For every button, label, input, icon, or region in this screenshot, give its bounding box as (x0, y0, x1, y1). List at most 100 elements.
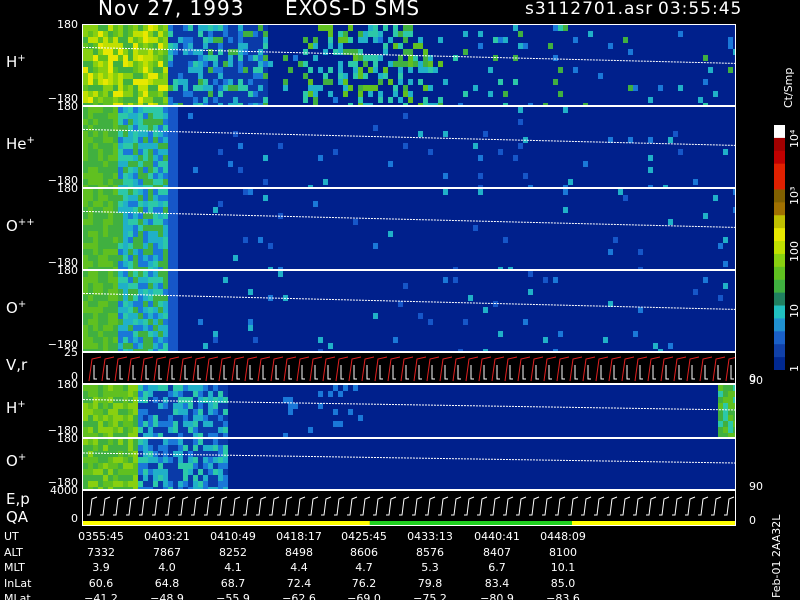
spectrogram-cell (218, 457, 223, 463)
spectrogram-cell (133, 31, 138, 37)
spectrogram-cell (263, 85, 268, 91)
spectrogram-cell (98, 189, 103, 195)
spectrogram-cell (628, 49, 633, 55)
spectrogram-cell (223, 445, 228, 451)
spectrogram-cell (148, 49, 153, 55)
spectrogram-cell (83, 427, 88, 433)
spectrogram-cell (128, 55, 133, 61)
spectrogram-cell (193, 457, 198, 463)
spectrogram-cell (258, 67, 263, 73)
ytick-max: 4000 (50, 484, 78, 497)
spectrogram-cell (203, 385, 208, 391)
spectrogram-cell (178, 457, 183, 463)
spectrogram-cell (158, 261, 163, 267)
spectrogram-cell (148, 107, 153, 113)
spectrogram-cell (168, 155, 173, 161)
spectrogram-cell (133, 289, 138, 295)
spectrogram-cell (153, 213, 158, 219)
spectrogram-cell (208, 481, 213, 487)
spectrogram-cell (728, 67, 733, 73)
spectrogram-cell (233, 97, 238, 103)
spectrogram-cell (263, 91, 268, 97)
spectrogram-cell (168, 107, 173, 113)
spectrogram-cell (558, 25, 563, 31)
spectrogram-cell (103, 261, 108, 267)
spectrogram-cell (288, 67, 293, 73)
ep-trace (178, 496, 189, 516)
spectrogram-cell (223, 85, 228, 91)
spectrogram-cell (103, 25, 108, 31)
spectrogram-cell (83, 331, 88, 337)
spectrogram-cell (163, 43, 168, 49)
spectrogram-cell (318, 85, 323, 91)
spectrogram-cell (163, 61, 168, 67)
spectrogram-cell (188, 85, 193, 91)
spectrogram-cell (183, 85, 188, 91)
spectrogram-cell (203, 445, 208, 451)
spectrogram-cell (228, 73, 233, 79)
spectrogram-cell (88, 301, 93, 307)
panel-0-plot (83, 25, 735, 105)
spectrogram-cell (108, 403, 113, 409)
spectrogram-cell (233, 43, 238, 49)
spectrogram-cell (108, 439, 113, 445)
spectrogram-cell (388, 161, 393, 167)
spectrogram-cell (158, 319, 163, 325)
spectrogram-cell (378, 55, 383, 61)
spectrogram-cell (133, 73, 138, 79)
spectrogram-cell (83, 189, 88, 195)
spectrogram-cell (188, 451, 193, 457)
spectrogram-cell (98, 283, 103, 289)
spectrogram-cell (143, 439, 148, 445)
spectrogram-cell (153, 173, 158, 179)
spectrogram-cell (323, 79, 328, 85)
spectrogram-cell (728, 397, 733, 403)
spectrogram-cell (138, 439, 143, 445)
spectrogram-cell (203, 403, 208, 409)
spectrogram-cell (173, 219, 178, 225)
spectrogram-cell (168, 25, 173, 31)
spectrogram-cell (138, 289, 143, 295)
spectrogram-cell (118, 155, 123, 161)
spectrogram-cell (118, 481, 123, 487)
spectrogram-cell (88, 439, 93, 445)
ephemeris-value: 68.7 (220, 577, 246, 590)
spectrogram-cell (213, 97, 218, 103)
spectrogram-cell (213, 25, 218, 31)
vr-trace (582, 356, 596, 382)
vr-trace (491, 356, 505, 382)
spectrogram-cell (158, 85, 163, 91)
spectrogram-cell (93, 85, 98, 91)
spectrogram-cell (108, 313, 113, 319)
spectrogram-cell (193, 97, 198, 103)
spectrogram-cell (173, 173, 178, 179)
spectrogram-cell (223, 439, 228, 445)
spectrogram-cell (103, 255, 108, 261)
spectrogram-cell (128, 149, 133, 155)
spectrogram-cell (358, 55, 363, 61)
spectrogram-cell (188, 97, 193, 103)
spectrogram-cell (138, 137, 143, 143)
spectrogram-cell (168, 85, 173, 91)
spectrogram-cell (168, 319, 173, 325)
spectrogram-cell (128, 421, 133, 427)
spectrogram-cell (528, 271, 533, 277)
spectrogram-cell (153, 445, 158, 451)
spectrogram-cell (158, 249, 163, 255)
spectrogram-cell (148, 201, 153, 207)
spectrogram-cell (133, 55, 138, 61)
spectrogram-cell (123, 277, 128, 283)
spectrogram-cell (98, 213, 103, 219)
spectrogram-cell (133, 219, 138, 225)
spectrogram-cell (188, 415, 193, 421)
spectrogram-cell (143, 207, 148, 213)
spectrogram-cell (518, 31, 523, 37)
spectrogram-cell (153, 469, 158, 475)
spectrogram-cell (193, 67, 198, 73)
spectrogram-cell (103, 301, 108, 307)
spectrogram-cell (188, 43, 193, 49)
spectrogram-cell (103, 421, 108, 427)
spectrogram-cell (113, 295, 118, 301)
spectrogram-cell (138, 277, 143, 283)
spectrogram-cell (193, 385, 198, 391)
